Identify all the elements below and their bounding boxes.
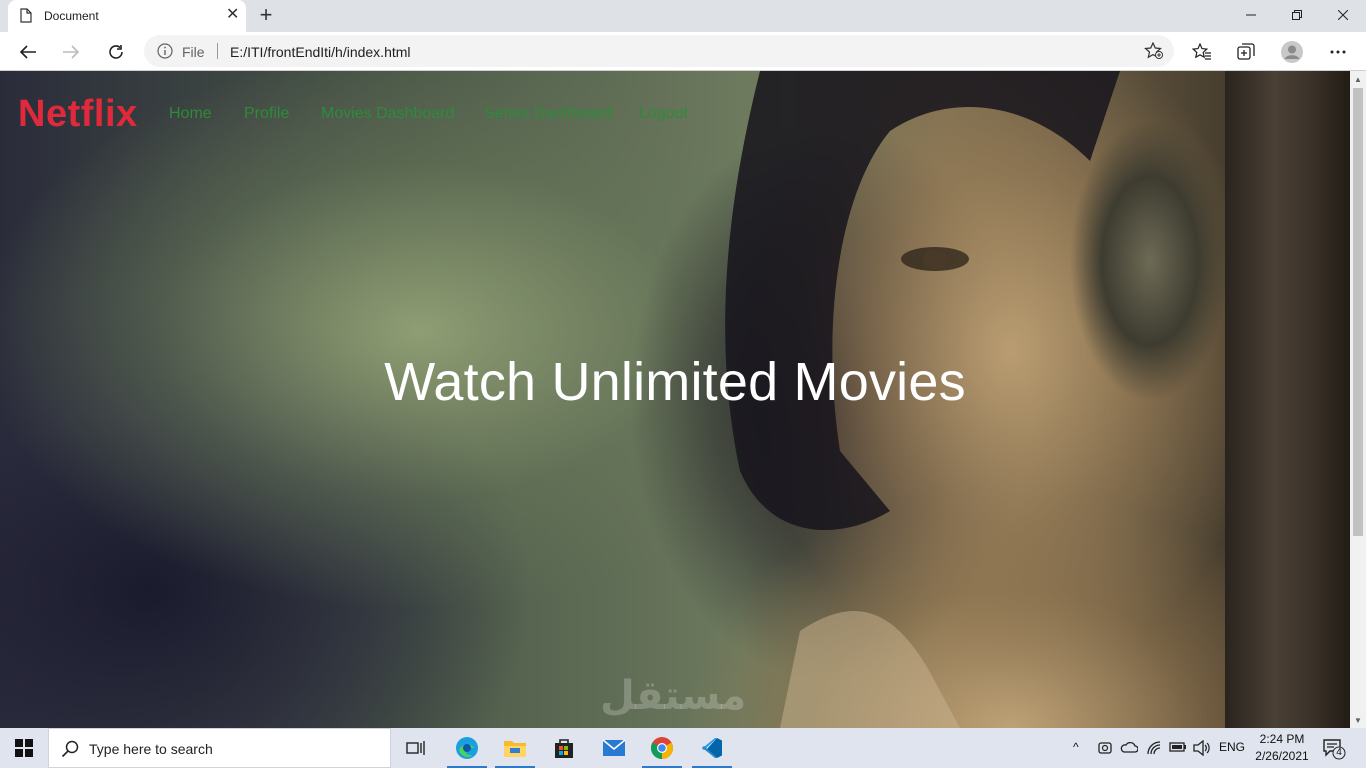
notification-center-button[interactable]: 4 bbox=[1322, 736, 1346, 760]
search-icon bbox=[61, 740, 79, 758]
watermark-logo: مستقل bbox=[600, 674, 747, 718]
info-icon[interactable] bbox=[157, 43, 173, 59]
windows-logo-icon bbox=[15, 739, 33, 757]
store-bag-icon bbox=[555, 739, 573, 758]
back-arrow-icon bbox=[19, 45, 36, 59]
address-url[interactable]: E:/ITI/frontEndIti/h/index.html bbox=[230, 44, 411, 60]
taskbar-app-edge[interactable] bbox=[443, 728, 491, 768]
taskbar-app-vscode[interactable] bbox=[688, 728, 736, 768]
taskbar-app-store[interactable] bbox=[540, 728, 588, 768]
refresh-icon bbox=[109, 45, 123, 59]
system-clock[interactable]: 2:24 PM 2/26/2021 bbox=[1250, 731, 1314, 765]
notification-count: 4 bbox=[1336, 747, 1342, 758]
collections-button[interactable] bbox=[1230, 36, 1262, 68]
nav-link-movies-dashboard[interactable]: Movies Dashboard bbox=[321, 105, 454, 123]
tab-strip: Document ✕ + bbox=[0, 0, 1366, 32]
hero-heading: Watch Unlimited Movies bbox=[384, 352, 966, 412]
restore-button[interactable] bbox=[1274, 0, 1320, 30]
scroll-down-icon[interactable]: ▼ bbox=[1350, 712, 1366, 728]
scroll-up-icon[interactable]: ▲ bbox=[1350, 71, 1366, 87]
favorites-button[interactable] bbox=[1186, 36, 1218, 68]
show-hidden-icons[interactable]: ^ bbox=[1073, 740, 1079, 754]
address-separator bbox=[217, 43, 218, 59]
close-window-button[interactable] bbox=[1320, 0, 1366, 30]
document-icon bbox=[20, 8, 32, 23]
folder-icon bbox=[504, 741, 526, 757]
nav-link-logout[interactable]: Logout bbox=[639, 105, 688, 123]
search-placeholder: Type here to search bbox=[89, 741, 213, 757]
ellipsis-icon bbox=[1330, 50, 1346, 54]
nav-link-series-dashboard[interactable]: Series Dashboard bbox=[484, 105, 612, 123]
wifi-icon[interactable] bbox=[1146, 740, 1162, 756]
favorites-icon bbox=[1192, 43, 1211, 60]
battery-icon[interactable] bbox=[1169, 741, 1187, 753]
browser-tab[interactable]: Document ✕ bbox=[8, 0, 246, 32]
taskbar-app-chrome[interactable] bbox=[638, 728, 686, 768]
mail-icon bbox=[602, 739, 626, 756]
new-tab-button[interactable]: + bbox=[255, 4, 277, 28]
more-menu-button[interactable] bbox=[1322, 36, 1354, 68]
meet-now-icon[interactable] bbox=[1097, 740, 1113, 756]
scroll-thumb[interactable] bbox=[1353, 88, 1363, 536]
site-navbar: Netflix Home Profile Movies Dashboard Se… bbox=[0, 71, 1350, 161]
taskbar-search-box[interactable]: Type here to search bbox=[48, 728, 391, 768]
taskbar-app-file-explorer[interactable] bbox=[491, 728, 539, 768]
forward-button[interactable] bbox=[55, 36, 87, 68]
back-button[interactable] bbox=[12, 36, 44, 68]
brand-logo[interactable]: Netflix bbox=[18, 93, 138, 136]
language-indicator[interactable]: ENG bbox=[1219, 740, 1245, 754]
nav-link-profile[interactable]: Profile bbox=[244, 105, 289, 123]
address-scheme: File bbox=[182, 44, 205, 60]
restore-icon bbox=[1292, 10, 1302, 20]
page-scrollbar[interactable]: ▲ ▼ bbox=[1350, 71, 1366, 728]
volume-icon[interactable] bbox=[1192, 740, 1210, 756]
address-bar[interactable]: File E:/ITI/frontEndIti/h/index.html bbox=[144, 35, 1174, 67]
taskbar-app-mail[interactable] bbox=[590, 728, 638, 768]
nav-link-home[interactable]: Home bbox=[169, 105, 212, 123]
web-page: Netflix Home Profile Movies Dashboard Se… bbox=[0, 71, 1350, 728]
close-icon bbox=[1338, 10, 1348, 20]
minimize-button[interactable] bbox=[1228, 0, 1274, 30]
clock-date: 2/26/2021 bbox=[1255, 749, 1309, 763]
profile-button[interactable] bbox=[1276, 36, 1308, 68]
add-favorite-icon[interactable] bbox=[1144, 42, 1164, 60]
tab-close-icon[interactable]: ✕ bbox=[226, 7, 239, 23]
task-view-button[interactable] bbox=[392, 728, 440, 768]
windows-taskbar: Type here to search ^ ENG 2:24 PM 2/26/2… bbox=[0, 728, 1366, 768]
edge-icon bbox=[456, 737, 478, 759]
chrome-icon bbox=[651, 737, 673, 759]
start-button[interactable] bbox=[0, 728, 48, 768]
refresh-button[interactable] bbox=[100, 36, 132, 68]
tab-title: Document bbox=[44, 9, 99, 23]
collections-icon bbox=[1237, 43, 1255, 60]
vscode-icon bbox=[702, 738, 722, 758]
minimize-icon bbox=[1246, 14, 1256, 16]
onedrive-icon[interactable] bbox=[1120, 740, 1138, 754]
forward-arrow-icon bbox=[63, 45, 80, 59]
avatar-icon bbox=[1281, 41, 1303, 63]
clock-time: 2:24 PM bbox=[1259, 732, 1305, 746]
task-view-icon bbox=[406, 741, 425, 755]
browser-toolbar: File E:/ITI/frontEndIti/h/index.html bbox=[0, 32, 1366, 71]
